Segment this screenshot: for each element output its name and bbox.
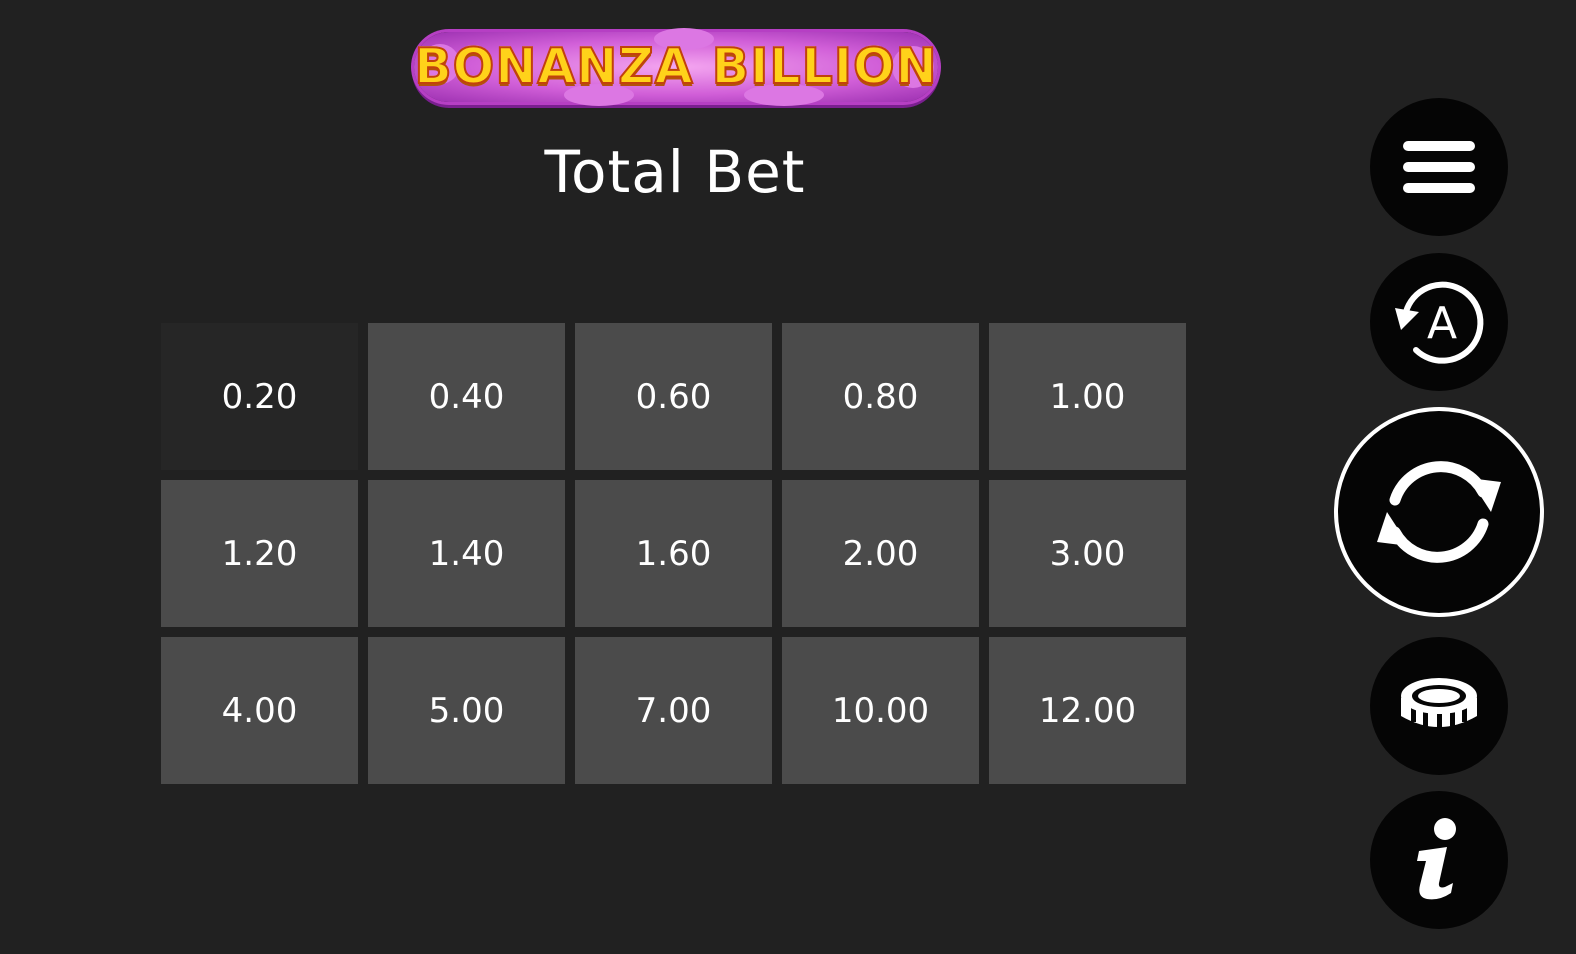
logo-text: BONANZA BILLION (413, 37, 938, 96)
bet-option-1-20[interactable]: 1.20 (161, 480, 358, 627)
spin-button[interactable] (1334, 407, 1544, 617)
bet-option-5-00[interactable]: 5.00 (368, 637, 565, 784)
autoplay-letter: A (1427, 298, 1457, 349)
bet-option-1-40[interactable]: 1.40 (368, 480, 565, 627)
bet-option-1-00[interactable]: 1.00 (989, 323, 1186, 470)
bet-option-10-00[interactable]: 10.00 (782, 637, 979, 784)
bet-option-1-60[interactable]: 1.60 (575, 480, 772, 627)
bet-options-grid: 0.20 0.40 0.60 0.80 1.00 1.20 1.40 1.60 2.00 3.00… (161, 323, 1186, 784)
game-logo: BONANZA BILLION (413, 20, 938, 106)
spin-arrows-icon (1377, 461, 1501, 563)
bet-option-2-00[interactable]: 2.00 (782, 480, 979, 627)
info-icon (1417, 818, 1456, 900)
bet-option-7-00[interactable]: 7.00 (575, 637, 772, 784)
bet-option-12-00[interactable]: 12.00 (989, 637, 1186, 784)
page-title: Total Bet (544, 138, 806, 206)
bet-option-0-80[interactable]: 0.80 (782, 323, 979, 470)
bet-settings-screen: BONANZA BILLION Total Bet 0.20 0.40 0.60 0.… (0, 0, 1576, 954)
menu-button[interactable] (1370, 98, 1508, 236)
autoplay-icon: A (1395, 281, 1484, 364)
bet-option-0-60[interactable]: 0.60 (575, 323, 772, 470)
bet-option-3-00[interactable]: 3.00 (989, 480, 1186, 627)
coin-stack-icon (1401, 678, 1477, 728)
bet-button[interactable] (1370, 637, 1508, 775)
bet-option-0-20[interactable]: 0.20 (161, 323, 358, 470)
bet-option-0-40[interactable]: 0.40 (368, 323, 565, 470)
autoplay-button[interactable]: A (1370, 253, 1508, 391)
hamburger-menu-icon (1403, 141, 1475, 193)
bet-option-4-00[interactable]: 4.00 (161, 637, 358, 784)
info-button[interactable] (1370, 791, 1508, 929)
